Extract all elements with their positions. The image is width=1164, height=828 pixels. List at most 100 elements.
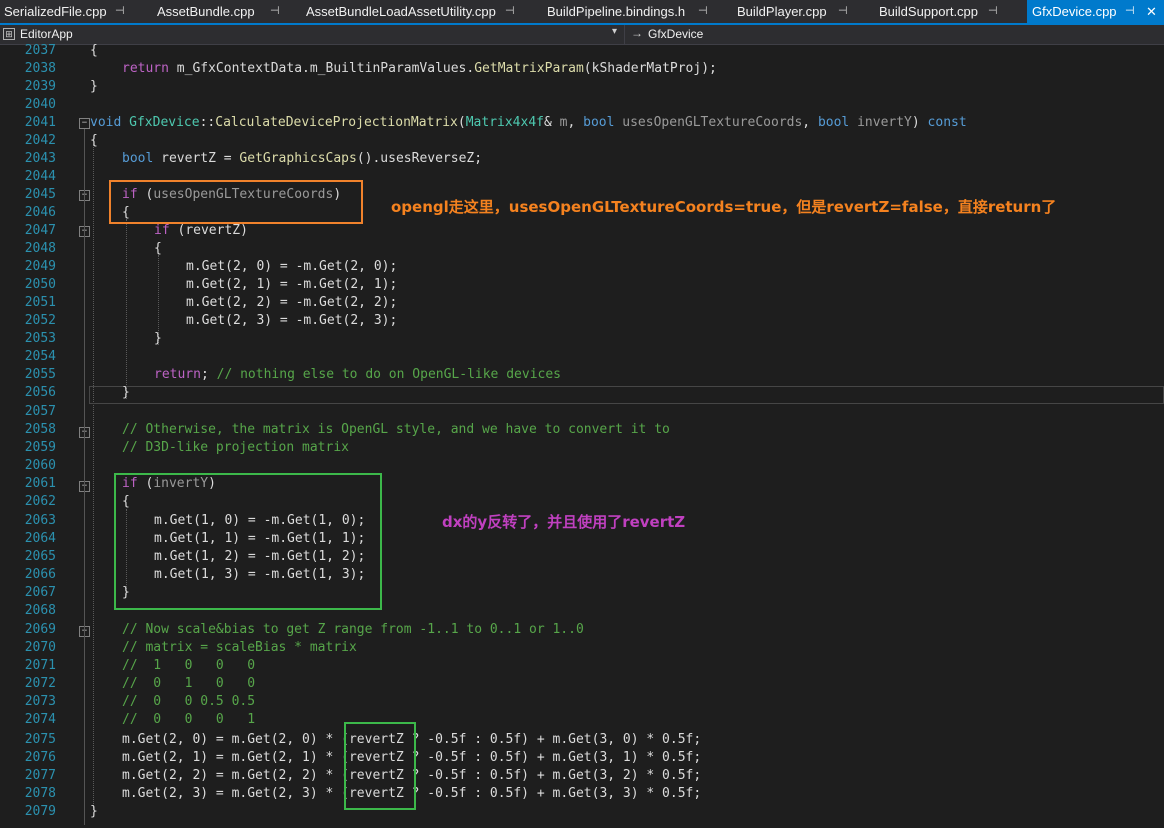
line-number: 2064 bbox=[24, 531, 56, 546]
code-editor[interactable]: 2037 2038 2039 2040 2041 2042 2043 2044 2045 2046… bbox=[0, 43, 1164, 828]
code-line-2058: // Otherwise, the matrix is OpenGL style… bbox=[122, 422, 670, 437]
tab-assetbundle[interactable]: AssetBundle.cpp ⊣ bbox=[157, 0, 297, 23]
line-number: 2047 bbox=[24, 223, 56, 238]
revertz-highlight-box bbox=[344, 722, 416, 810]
line-number: 2069 bbox=[24, 622, 56, 637]
code-line-2074: // 0 0 0 1 bbox=[122, 712, 256, 727]
code-line-2079: } bbox=[90, 804, 98, 819]
tab-label: BuildPlayer.cpp bbox=[737, 4, 827, 19]
line-number: 2044 bbox=[24, 169, 56, 184]
invert-y-highlight-box bbox=[114, 473, 382, 610]
indent-guide bbox=[93, 144, 94, 810]
tab-buildpipeline-bindings[interactable]: BuildPipeline.bindings.h ⊣ bbox=[547, 0, 727, 23]
document-tab-bar: SerializedFile.cpp ⊣ AssetBundle.cpp ⊣ A… bbox=[0, 0, 1164, 25]
fold-toggle-icon[interactable]: − bbox=[79, 118, 90, 129]
code-line-2049: m.Get(2, 0) = -m.Get(2, 0); bbox=[186, 259, 398, 274]
line-number: 2078 bbox=[24, 786, 56, 801]
pin-icon[interactable]: ⊣ bbox=[838, 0, 848, 23]
code-line-2050: m.Get(2, 1) = -m.Get(2, 1); bbox=[186, 277, 398, 292]
code-line-2047: if (revertZ) bbox=[154, 223, 248, 238]
tab-assetbundleloadassetutility[interactable]: AssetBundleLoadAssetUtility.cpp ⊣ bbox=[306, 0, 526, 23]
line-number: 2072 bbox=[24, 676, 56, 691]
tab-label: GfxDevice.cpp bbox=[1032, 4, 1117, 19]
line-number: 2048 bbox=[24, 241, 56, 256]
pin-icon[interactable]: ⊣ bbox=[698, 0, 708, 23]
code-line-2037: { bbox=[90, 43, 98, 58]
code-line-2072: // 0 1 0 0 bbox=[122, 676, 256, 691]
line-number: 2056 bbox=[24, 385, 56, 400]
tab-label: BuildSupport.cpp bbox=[879, 4, 979, 19]
line-number: 2057 bbox=[24, 404, 56, 419]
tab-buildsupport[interactable]: BuildSupport.cpp ⊣ bbox=[879, 0, 1019, 23]
opengl-annotation: opengl走这里，usesOpenGLTextureCoords=true，但… bbox=[391, 198, 1057, 216]
fold-spine bbox=[84, 129, 85, 825]
line-number: 2039 bbox=[24, 79, 56, 94]
line-number: 2052 bbox=[24, 313, 56, 328]
line-number: 2050 bbox=[24, 277, 56, 292]
tab-gfxdevice[interactable]: GfxDevice.cpp ⊣ ✕ bbox=[1027, 0, 1164, 23]
tab-buildplayer[interactable]: BuildPlayer.cpp ⊣ bbox=[737, 0, 867, 23]
arrow-right-icon: → bbox=[631, 26, 643, 40]
line-number: 2062 bbox=[24, 494, 56, 509]
code-line-2041: void GfxDevice::CalculateDeviceProjectio… bbox=[90, 115, 967, 130]
current-line-highlight bbox=[89, 386, 1164, 404]
code-line-2055: return; // nothing else to do on OpenGL-… bbox=[154, 367, 561, 382]
line-number: 2041 bbox=[24, 115, 56, 130]
code-line-2043: bool revertZ = GetGraphicsCaps().usesRev… bbox=[122, 151, 483, 166]
tab-label: AssetBundleLoadAssetUtility.cpp bbox=[306, 4, 496, 19]
line-number: 2073 bbox=[24, 694, 56, 709]
code-line-2039: } bbox=[90, 79, 98, 94]
code-line-2059: // D3D-like projection matrix bbox=[122, 440, 349, 455]
chevron-down-icon: ▾ bbox=[612, 26, 618, 37]
line-number: 2066 bbox=[24, 567, 56, 582]
line-number: 2076 bbox=[24, 750, 56, 765]
tab-label: AssetBundle.cpp bbox=[157, 4, 255, 19]
code-line-2048: { bbox=[154, 241, 162, 256]
line-number: 2059 bbox=[24, 440, 56, 455]
line-number: 2051 bbox=[24, 295, 56, 310]
line-number: 2055 bbox=[24, 367, 56, 382]
project-name: EditorApp bbox=[20, 27, 73, 41]
code-line-2038: return m_GfxContextData.m_BuiltinParamVa… bbox=[122, 61, 717, 76]
line-number: 2074 bbox=[24, 712, 56, 727]
pin-icon[interactable]: ⊣ bbox=[505, 0, 515, 23]
code-line-2069: // Now scale&bias to get Z range from -1… bbox=[122, 622, 584, 637]
line-number: 2060 bbox=[24, 458, 56, 473]
opengl-highlight-box bbox=[109, 180, 363, 224]
navigation-bar: ⊞ EditorApp ▾ → GfxDevice bbox=[0, 25, 1164, 45]
code-line-2052: m.Get(2, 3) = -m.Get(2, 3); bbox=[186, 313, 398, 328]
line-number: 2061 bbox=[24, 476, 56, 491]
line-number: 2043 bbox=[24, 151, 56, 166]
close-icon[interactable]: ✕ bbox=[1146, 0, 1157, 23]
line-number: 2037 bbox=[24, 43, 56, 58]
line-number: 2038 bbox=[24, 61, 56, 76]
indent-guide bbox=[126, 219, 127, 399]
code-line-2071: // 1 0 0 0 bbox=[122, 658, 256, 673]
pin-icon[interactable]: ⊣ bbox=[988, 0, 998, 23]
code-line-2073: // 0 0 0.5 0.5 bbox=[122, 694, 256, 709]
line-number: 2071 bbox=[24, 658, 56, 673]
line-number: 2075 bbox=[24, 732, 56, 747]
pin-icon[interactable]: ⊣ bbox=[1125, 0, 1135, 23]
pin-icon[interactable]: ⊣ bbox=[270, 0, 280, 23]
scope-name: GfxDevice bbox=[648, 27, 704, 41]
scope-dropdown[interactable]: → GfxDevice bbox=[626, 25, 1164, 44]
tab-serializedfile[interactable]: SerializedFile.cpp ⊣ bbox=[4, 0, 154, 23]
code-line-2056: } bbox=[122, 385, 130, 400]
tab-label: BuildPipeline.bindings.h bbox=[547, 4, 686, 19]
code-line-2042: { bbox=[90, 133, 98, 148]
pin-icon[interactable]: ⊣ bbox=[115, 0, 125, 23]
line-number: 2046 bbox=[24, 205, 56, 220]
line-number: 2079 bbox=[24, 804, 56, 819]
line-number: 2077 bbox=[24, 768, 56, 783]
code-line-2070: // matrix = scaleBias * matrix bbox=[122, 640, 357, 655]
line-number: 2067 bbox=[24, 585, 56, 600]
line-number: 2063 bbox=[24, 513, 56, 528]
line-number: 2042 bbox=[24, 133, 56, 148]
line-number: 2040 bbox=[24, 97, 56, 112]
line-number: 2058 bbox=[24, 422, 56, 437]
project-icon: ⊞ bbox=[3, 28, 15, 40]
line-number: 2054 bbox=[24, 349, 56, 364]
tab-label: SerializedFile.cpp bbox=[4, 4, 107, 19]
line-number: 2049 bbox=[24, 259, 56, 274]
